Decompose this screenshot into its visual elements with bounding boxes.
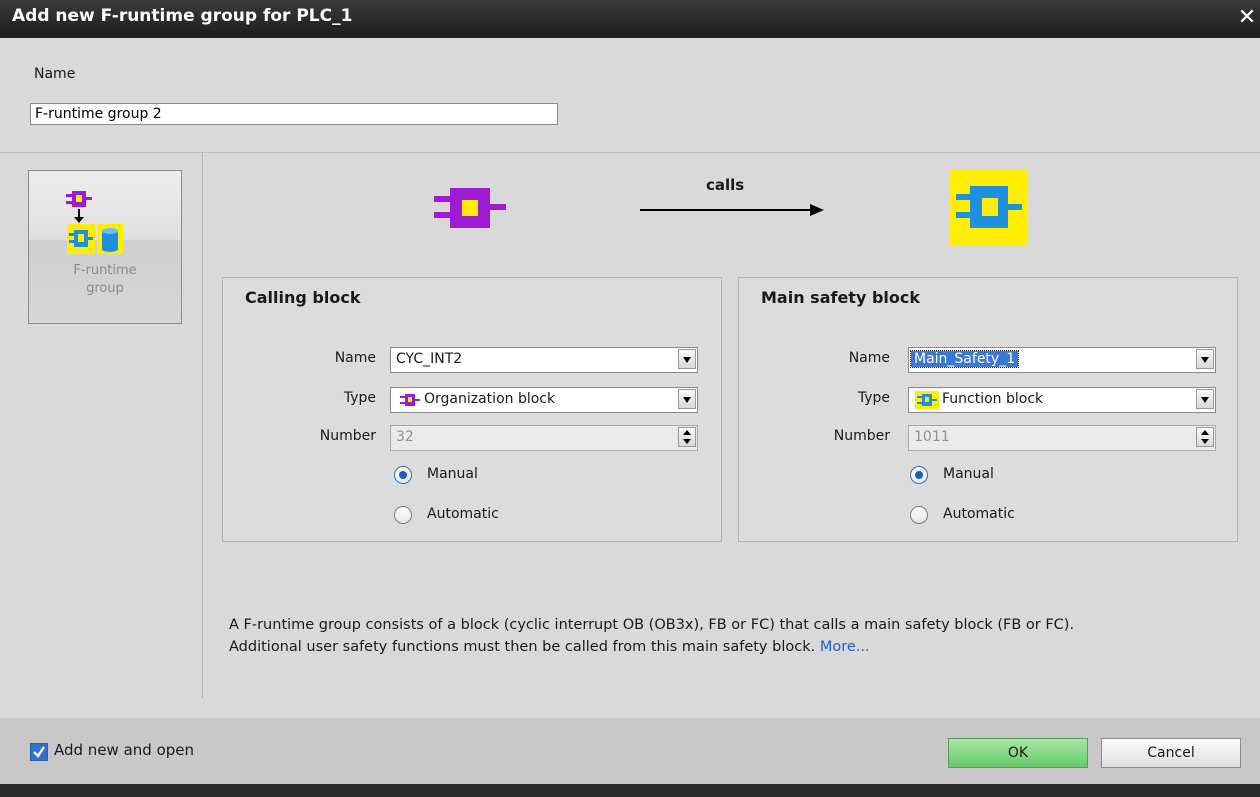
ok-button[interactable]: OK	[948, 738, 1088, 768]
dialog-title: Add new F-runtime group for PLC_1	[12, 6, 353, 26]
arrow-icon	[640, 204, 824, 216]
group-name-label: Name	[34, 66, 76, 82]
safety-number-spinner[interactable]: 1011	[908, 425, 1216, 451]
calling-name-value: CYC_INT2	[396, 351, 463, 367]
info-line2: Additional user safety functions must th…	[229, 636, 1229, 658]
divider-vertical	[202, 152, 203, 698]
tile-label-line2: group	[86, 281, 124, 296]
function-block-icon	[915, 391, 939, 409]
info-line1: A F-runtime group consists of a block (c…	[229, 617, 1075, 633]
info-line2-text: Additional user safety functions must th…	[229, 639, 816, 655]
safety-name-value: Main_Safety_1	[909, 350, 1020, 368]
checkmark-icon	[33, 746, 45, 758]
spin-icon[interactable]	[678, 427, 696, 447]
calls-label: calls	[706, 176, 745, 194]
calling-manual-label[interactable]: Manual	[427, 466, 478, 482]
calling-type-label: Type	[343, 390, 376, 406]
calling-number-spinner[interactable]: 32	[390, 425, 698, 451]
safety-type-label: Type	[857, 390, 890, 406]
calling-number-label: Number	[319, 428, 376, 444]
safety-name-label: Name	[848, 350, 890, 366]
f-runtime-group-icon	[66, 191, 123, 254]
main-safety-block-title: Main safety block	[761, 288, 920, 307]
group-name-input[interactable]	[30, 103, 558, 125]
chevron-down-icon[interactable]	[1196, 389, 1214, 409]
safety-automatic-label[interactable]: Automatic	[943, 506, 1015, 522]
calling-name-dropdown[interactable]: CYC_INT2	[390, 347, 698, 373]
safety-type-value: Function block	[942, 391, 1044, 407]
calling-name-label: Name	[334, 350, 376, 366]
add-new-and-open-label[interactable]: Add new and open	[54, 741, 194, 759]
organization-block-icon	[434, 188, 506, 228]
calling-automatic-radio[interactable]	[394, 506, 412, 524]
calling-type-value: Organization block	[424, 391, 556, 407]
organization-block-icon	[400, 394, 420, 406]
chevron-down-icon[interactable]	[1196, 349, 1214, 369]
more-link[interactable]: More...	[820, 639, 870, 655]
safety-number-label: Number	[833, 428, 890, 444]
calling-automatic-label[interactable]: Automatic	[427, 506, 499, 522]
info-text: A F-runtime group consists of a block (c…	[229, 614, 1229, 658]
chevron-down-icon[interactable]	[678, 349, 696, 369]
close-button[interactable]: ✕	[1236, 6, 1258, 30]
safety-manual-radio[interactable]	[910, 466, 928, 484]
f-runtime-group-tile[interactable]: F-runtime group	[28, 170, 182, 324]
calling-manual-radio[interactable]	[394, 466, 412, 484]
add-new-and-open-checkbox[interactable]	[30, 743, 48, 761]
divider	[0, 152, 1260, 153]
safety-automatic-radio[interactable]	[910, 506, 928, 524]
tile-label-line1: F-runtime	[73, 263, 137, 278]
safety-type-dropdown[interactable]: Function block	[908, 387, 1216, 413]
calling-block-title: Calling block	[245, 288, 361, 307]
dialog-window: Add new F-runtime group for PLC_1 ✕ Name	[0, 0, 1260, 797]
safety-number-value: 1011	[914, 429, 950, 445]
safety-manual-label[interactable]: Manual	[943, 466, 994, 482]
safety-name-dropdown[interactable]: Main_Safety_1	[908, 347, 1216, 373]
calling-number-value: 32	[396, 429, 414, 445]
function-block-icon	[950, 170, 1028, 246]
spin-icon[interactable]	[1196, 427, 1214, 447]
calling-type-dropdown[interactable]: Organization block	[390, 387, 698, 413]
bottom-edge	[0, 784, 1260, 797]
chevron-down-icon[interactable]	[678, 389, 696, 409]
title-bar: Add new F-runtime group for PLC_1 ✕	[0, 0, 1260, 38]
cancel-button[interactable]: Cancel	[1101, 738, 1241, 768]
